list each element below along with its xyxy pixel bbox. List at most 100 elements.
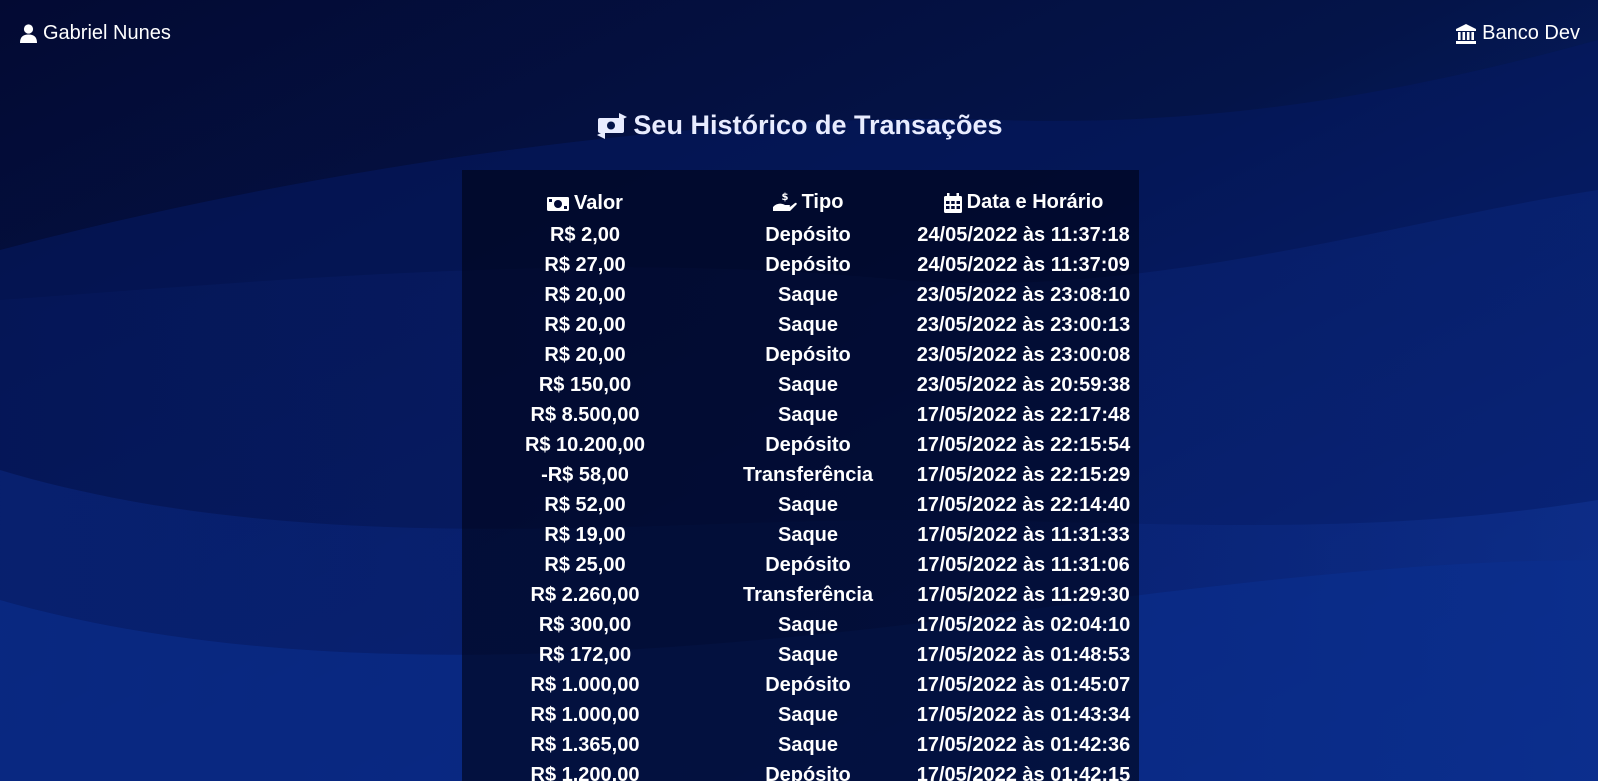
cell-data: 17/05/2022 às 11:29:30	[917, 583, 1130, 606]
table-header-row: Valor $ Tipo Data e Horário	[462, 190, 1139, 220]
cell-data: 24/05/2022 às 11:37:09	[917, 253, 1130, 276]
table-row: R$ 1.365,00 Saque 17/05/2022 às 01:42:36	[462, 730, 1139, 760]
cell-data: 17/05/2022 às 01:45:07	[916, 673, 1131, 696]
bank-name: Banco Dev	[1482, 22, 1580, 44]
column-label: Tipo	[801, 190, 844, 213]
cell-valor: R$ 52,00	[544, 493, 626, 516]
cell-valor: R$ 1.000,00	[530, 703, 640, 726]
bank-home-link[interactable]: Banco Dev	[1456, 22, 1580, 45]
cell-tipo: Depósito	[765, 433, 851, 456]
cell-data: 17/05/2022 às 11:31:06	[917, 553, 1130, 576]
cell-tipo: Saque	[777, 733, 839, 756]
table-row: R$ 172,00 Saque 17/05/2022 às 01:48:53	[462, 640, 1139, 670]
cell-tipo: Saque	[777, 643, 839, 666]
calendar-icon	[943, 192, 962, 213]
cell-valor: R$ 172,00	[538, 643, 632, 666]
column-label: Valor	[574, 192, 623, 215]
cell-tipo: Depósito	[765, 673, 851, 696]
hand-dollar-icon: $	[772, 191, 797, 213]
cell-tipo: Depósito	[765, 343, 851, 366]
table-row: R$ 2,00 Depósito 24/05/2022 às 11:37:18	[462, 220, 1139, 250]
column-label: Data e Horário	[966, 191, 1104, 214]
transactions-body: R$ 2,00 Depósito 24/05/2022 às 11:37:18 R$…	[462, 220, 1139, 781]
table-row: R$ 20,00 Saque 23/05/2022 às 23:00:13	[462, 310, 1139, 340]
cell-data: 17/05/2022 às 11:31:33	[917, 523, 1130, 546]
column-header-tipo: $ Tipo	[708, 190, 908, 220]
cell-data: 17/05/2022 às 22:15:54	[916, 433, 1131, 456]
table-row: R$ 10.200,00 Depósito 17/05/2022 às 22:15:…	[462, 430, 1139, 460]
cell-data: 24/05/2022 às 11:37:18	[917, 223, 1130, 246]
top-bar: Gabriel Nunes Banco Dev	[0, 0, 1598, 70]
cell-valor: R$ 8.500,00	[530, 403, 640, 426]
cell-data: 17/05/2022 às 01:42:36	[916, 733, 1131, 756]
cell-valor: R$ 300,00	[538, 613, 632, 636]
table-row: -R$ 58,00 Transferência 17/05/2022 às 22:1…	[462, 460, 1139, 490]
cell-valor: R$ 20,00	[544, 343, 626, 366]
cell-tipo: Depósito	[765, 553, 851, 576]
table-row: R$ 1.000,00 Saque 17/05/2022 às 01:43:34	[462, 700, 1139, 730]
cell-valor: R$ 1.000,00	[530, 673, 640, 696]
table-row: R$ 20,00 Depósito 23/05/2022 às 23:00:08	[462, 340, 1139, 370]
cell-valor: R$ 1.365,00	[530, 733, 640, 756]
table-row: R$ 8.500,00 Saque 17/05/2022 às 22:17:48	[462, 400, 1139, 430]
cell-tipo: Saque	[777, 703, 839, 726]
cell-valor: R$ 150,00	[538, 373, 632, 396]
cell-valor: R$ 2.260,00	[530, 583, 640, 606]
cell-valor: R$ 20,00	[544, 283, 626, 306]
cell-tipo: Saque	[777, 313, 839, 336]
cell-tipo: Saque	[777, 283, 839, 306]
page-title-text: Seu Histórico de Transações	[633, 110, 1003, 140]
cell-valor: R$ 20,00	[544, 313, 626, 336]
table-row: R$ 25,00 Depósito 17/05/2022 às 11:31:06	[462, 550, 1139, 580]
cell-tipo: Depósito	[765, 223, 851, 246]
cell-data: 23/05/2022 às 23:00:13	[916, 313, 1131, 336]
user-icon	[20, 24, 37, 43]
transactions-table: Valor $ Tipo Data e Horário R$ 2,00 Depó…	[462, 190, 1139, 781]
table-row: R$ 300,00 Saque 17/05/2022 às 02:04:10	[462, 610, 1139, 640]
cell-data: 23/05/2022 às 23:00:08	[916, 343, 1131, 366]
cell-tipo: Saque	[777, 373, 839, 396]
cell-tipo: Saque	[777, 493, 839, 516]
bank-icon	[1456, 23, 1477, 44]
svg-text:$: $	[781, 192, 788, 203]
cell-valor: R$ 2,00	[549, 223, 621, 246]
cell-data: 17/05/2022 às 01:48:53	[916, 643, 1131, 666]
column-header-data: Data e Horário	[908, 190, 1139, 220]
cell-valor: R$ 10.200,00	[524, 433, 646, 456]
cell-tipo: Transferência	[742, 463, 874, 486]
cell-valor: R$ 25,00	[544, 553, 626, 576]
cell-tipo: Transferência	[742, 583, 874, 606]
cell-valor: R$ 1.200,00	[530, 763, 640, 781]
cell-valor: R$ 19,00	[544, 523, 626, 546]
cell-tipo: Depósito	[765, 763, 851, 781]
cell-tipo: Saque	[777, 403, 839, 426]
cell-data: 17/05/2022 às 22:17:48	[916, 403, 1131, 426]
cell-data: 17/05/2022 às 22:15:29	[916, 463, 1131, 486]
transactions-panel: Valor $ Tipo Data e Horário R$ 2,00 Depó…	[462, 170, 1139, 781]
cell-valor: -R$ 58,00	[541, 463, 629, 486]
cell-data: 17/05/2022 às 01:43:34	[916, 703, 1131, 726]
table-row: R$ 52,00 Saque 17/05/2022 às 22:14:40	[462, 490, 1139, 520]
table-row: R$ 1.000,00 Depósito 17/05/2022 às 01:45:0…	[462, 670, 1139, 700]
cell-data: 23/05/2022 às 20:59:38	[916, 373, 1131, 396]
money-exchange-icon	[595, 112, 629, 139]
cell-data: 17/05/2022 às 22:14:40	[916, 493, 1131, 516]
user-profile-link[interactable]: Gabriel Nunes	[20, 22, 171, 45]
cell-tipo: Saque	[777, 523, 839, 546]
table-row: R$ 2.260,00 Transferência 17/05/2022 às 11…	[462, 580, 1139, 610]
cell-data: 23/05/2022 às 23:08:10	[916, 283, 1131, 306]
table-row: R$ 1.200,00 Depósito 17/05/2022 às 01:42:1…	[462, 760, 1139, 781]
cell-data: 17/05/2022 às 02:04:10	[916, 613, 1131, 636]
column-header-valor: Valor	[462, 190, 708, 220]
cell-valor: R$ 27,00	[544, 253, 626, 276]
table-row: R$ 20,00 Saque 23/05/2022 às 23:08:10	[462, 280, 1139, 310]
cell-tipo: Saque	[777, 613, 839, 636]
page-title: Seu Histórico de Transações	[0, 110, 1598, 141]
cell-tipo: Depósito	[765, 253, 851, 276]
cell-data: 17/05/2022 às 01:42:15	[916, 763, 1131, 781]
table-row: R$ 150,00 Saque 23/05/2022 às 20:59:38	[462, 370, 1139, 400]
user-name: Gabriel Nunes	[43, 22, 171, 44]
table-row: R$ 27,00 Depósito 24/05/2022 às 11:37:09	[462, 250, 1139, 280]
money-bill-icon	[547, 196, 570, 212]
table-row: R$ 19,00 Saque 17/05/2022 às 11:31:33	[462, 520, 1139, 550]
